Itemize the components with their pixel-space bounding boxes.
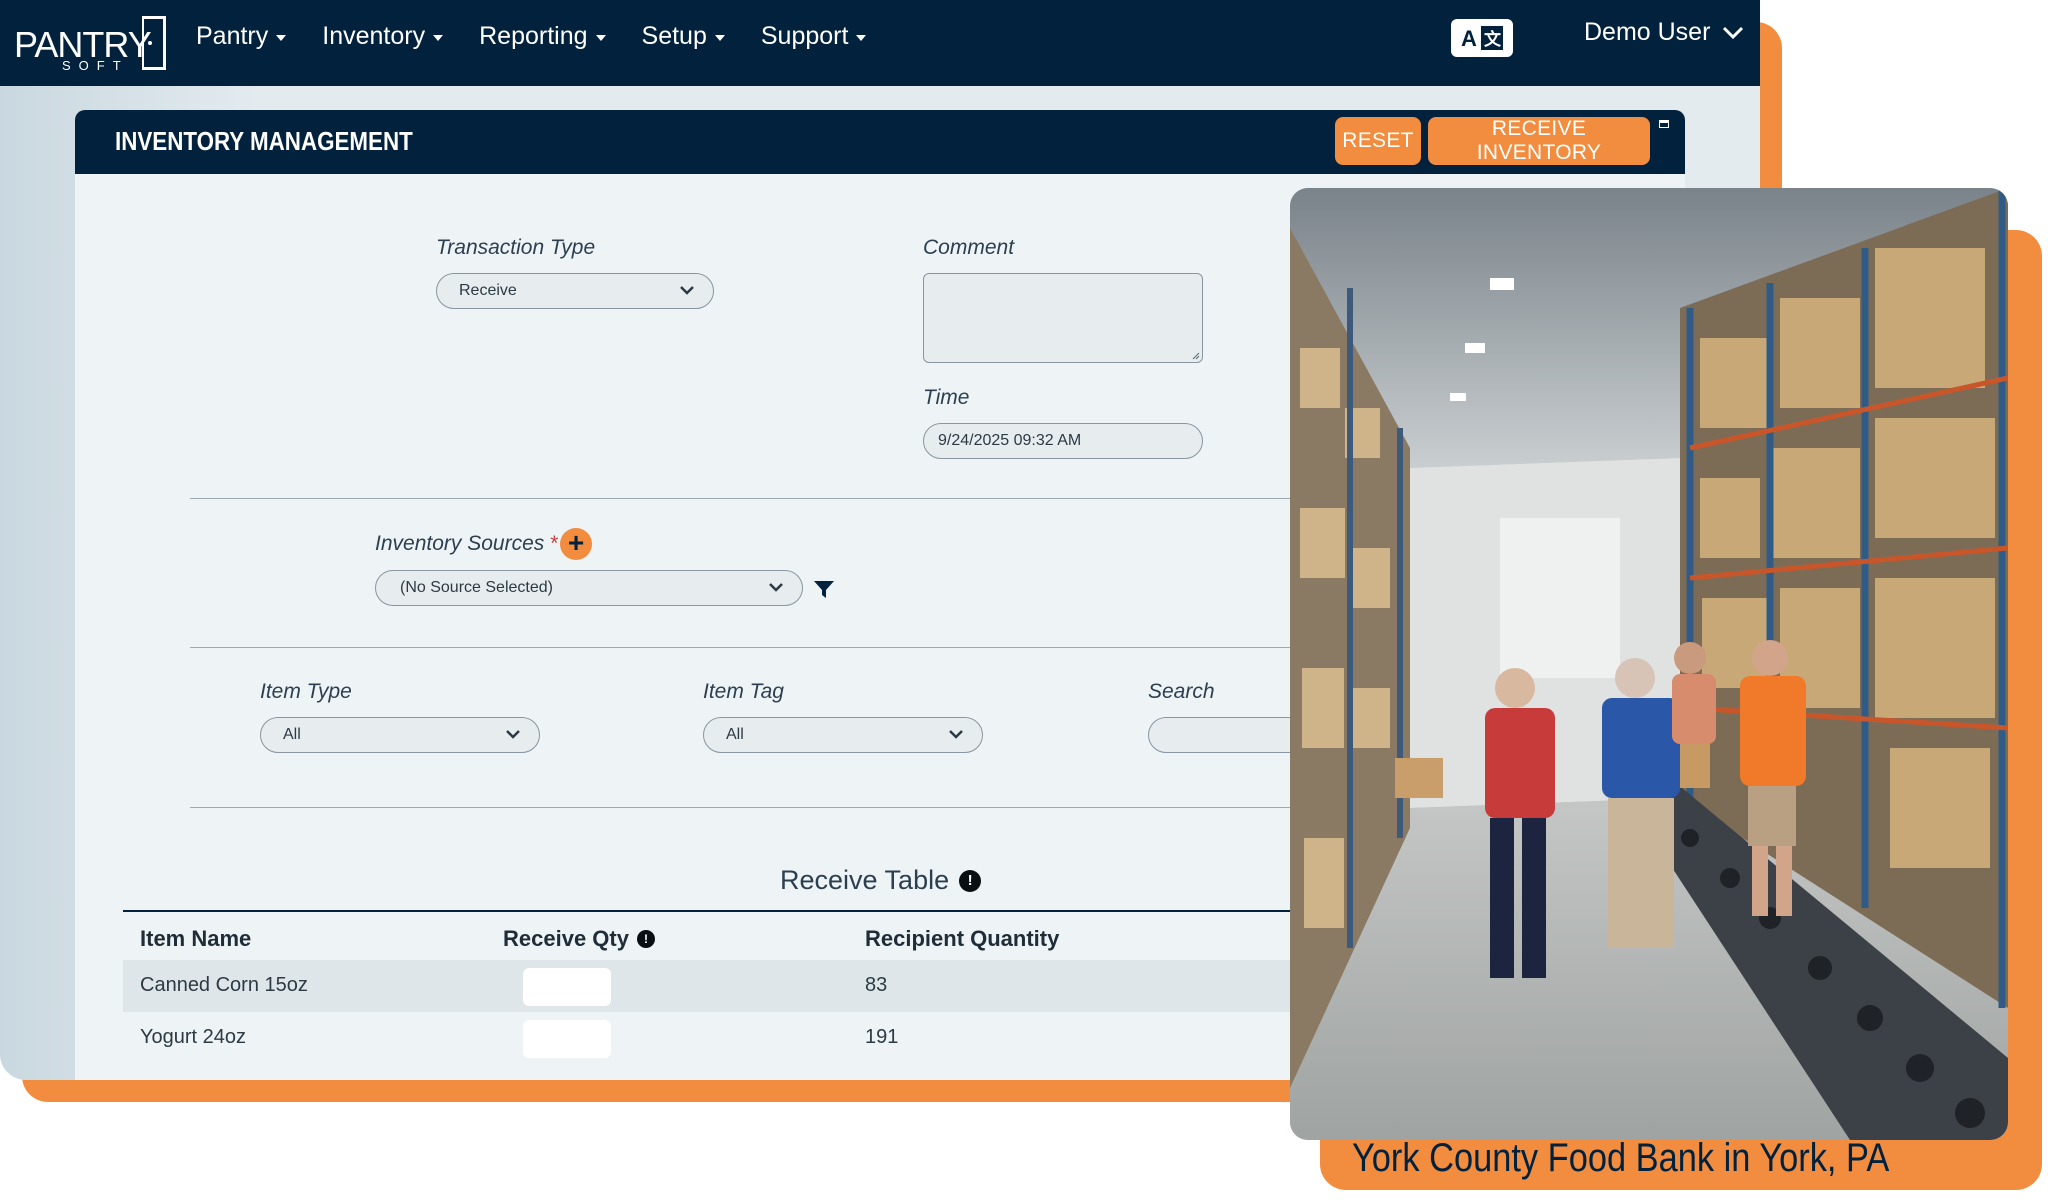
receive-qty-input[interactable] [523, 1020, 611, 1058]
item-type-select[interactable]: All [260, 717, 540, 753]
nav-pantry[interactable]: Pantry [196, 21, 287, 51]
table-header-rule [123, 910, 1323, 912]
section-divider [190, 807, 1330, 808]
chevron-down-icon [506, 730, 520, 739]
nav-support[interactable]: Support [761, 22, 867, 51]
receive-table-title: Receive Table ! [780, 865, 982, 896]
section-divider [190, 498, 1330, 499]
column-header-recipient-quantity[interactable]: Recipient Quantity [865, 926, 1059, 952]
recipient-quantity-cell: 83 [865, 974, 888, 996]
chevron-down-icon [949, 730, 963, 739]
nav-setup[interactable]: Setup [642, 22, 725, 51]
column-header-receive-qty[interactable]: Receive Qty! [503, 926, 655, 952]
warehouse-illustration [1290, 188, 2008, 1140]
section-divider [190, 647, 1330, 648]
table-row: Yogurt 24oz 191 [123, 1012, 1323, 1064]
caret-down-icon [714, 34, 725, 41]
warehouse-photo [1290, 188, 2008, 1140]
transaction-type-label: Transaction Type [436, 236, 596, 259]
main-menu: Pantry Inventory Reporting Setup Support [196, 0, 902, 72]
pantrysoft-logo[interactable]: PANTRY SOFT [14, 10, 166, 74]
receive-inventory-button[interactable]: RECEIVE INVENTORY [1428, 117, 1650, 165]
transaction-type-select[interactable]: Receive [436, 273, 714, 309]
filter-icon[interactable] [813, 580, 835, 600]
transaction-type-value: Receive [459, 282, 517, 299]
info-icon[interactable]: ! [959, 869, 982, 892]
logo-subtext: SOFT [62, 58, 129, 73]
reset-button[interactable]: RESET [1335, 117, 1421, 165]
receive-qty-input[interactable] [523, 968, 611, 1006]
panel-title: INVENTORY MANAGEMENT [115, 126, 413, 156]
time-value: 9/24/2025 09:32 AM [938, 432, 1082, 449]
caret-down-icon [276, 34, 287, 41]
column-header-item-name[interactable]: Item Name [140, 926, 251, 952]
time-label: Time [923, 386, 970, 409]
item-tag-select[interactable]: All [703, 717, 983, 753]
nav-inventory-label: Inventory [322, 21, 426, 50]
inventory-sources-value: (No Source Selected) [400, 579, 553, 596]
nav-reporting-label: Reporting [479, 21, 588, 50]
item-type-value: All [283, 726, 301, 743]
translate-icon: A 文 [1461, 26, 1503, 51]
photo-caption: York County Food Bank in York, PA [1352, 1136, 1890, 1180]
column-header-label: Recipient Quantity [865, 926, 1060, 951]
item-tag-value: All [726, 726, 744, 743]
top-navbar: PANTRY SOFT Pantry Inventory Reporting S… [0, 0, 1760, 86]
nav-setup-label: Setup [641, 21, 707, 50]
column-header-label: Receive Qty [503, 926, 629, 951]
chevron-down-icon [1723, 26, 1744, 39]
inventory-sources-label: Inventory Sources * [375, 532, 558, 556]
comment-textarea[interactable] [923, 273, 1203, 363]
nav-support-label: Support [760, 21, 849, 50]
recipient-quantity-cell: 191 [865, 1026, 899, 1048]
search-label: Search [1148, 680, 1215, 703]
comment-label: Comment [923, 236, 1015, 259]
user-menu[interactable]: Demo User [1584, 18, 1744, 47]
chevron-down-icon [680, 286, 694, 295]
nav-reporting[interactable]: Reporting [479, 21, 606, 51]
item-type-label: Item Type [260, 680, 352, 703]
door-icon [142, 16, 166, 70]
caret-down-icon [856, 34, 867, 41]
minimize-icon[interactable] [1659, 120, 1669, 128]
info-icon[interactable]: ! [636, 930, 655, 948]
translate-button[interactable]: A 文 [1451, 19, 1513, 57]
table-row: Canned Corn 15oz 83 [123, 960, 1323, 1012]
panel-header: INVENTORY MANAGEMENT RESET RECEIVE INVEN… [75, 110, 1685, 174]
svg-text:文: 文 [1484, 29, 1502, 50]
inventory-sources-label-text: Inventory Sources [375, 532, 545, 555]
item-name-cell: Canned Corn 15oz [140, 974, 308, 996]
resize-grip-icon[interactable] [1192, 352, 1200, 360]
nav-pantry-label: Pantry [196, 21, 269, 50]
time-input[interactable]: 9/24/2025 09:32 AM [923, 423, 1203, 459]
inventory-sources-select[interactable]: (No Source Selected) [375, 570, 803, 606]
user-name: Demo User [1584, 18, 1711, 46]
chevron-down-icon [769, 583, 783, 592]
add-source-button[interactable]: + [560, 528, 592, 560]
receive-table-title-text: Receive Table [780, 865, 950, 895]
required-marker: * [550, 532, 559, 555]
item-name-cell: Yogurt 24oz [140, 1026, 247, 1048]
caret-down-icon [433, 34, 444, 41]
item-tag-label: Item Tag [703, 680, 784, 703]
nav-inventory[interactable]: Inventory [322, 21, 444, 51]
column-header-label: Item Name [140, 926, 252, 951]
svg-text:A: A [1461, 26, 1477, 51]
caret-down-icon [595, 34, 606, 41]
